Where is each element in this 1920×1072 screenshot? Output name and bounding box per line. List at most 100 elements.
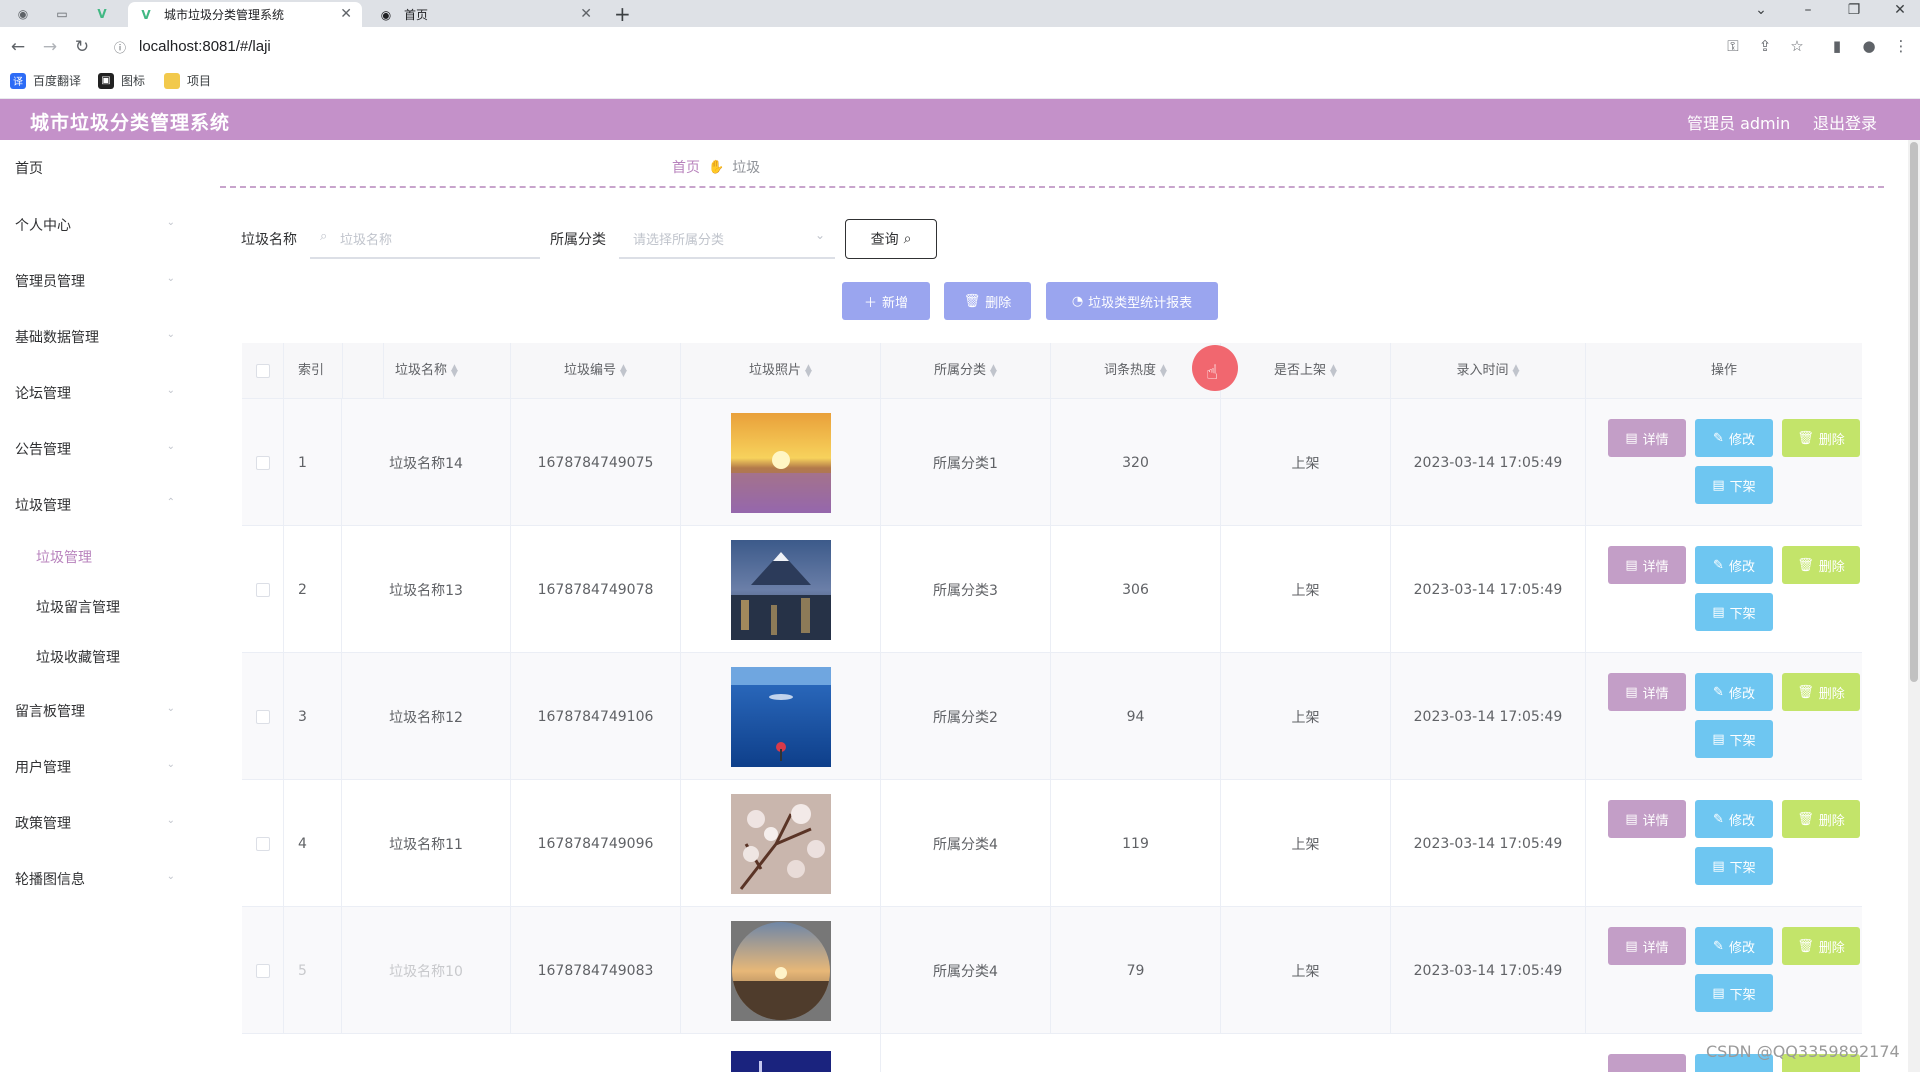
row-checkbox[interactable] xyxy=(255,582,270,597)
browser-tab[interactable]: ◉ 首页 ✕ xyxy=(368,2,602,27)
name-search-input[interactable]: ⌕ 垃圾名称 xyxy=(310,219,540,259)
detail-button[interactable] xyxy=(1608,1054,1686,1072)
edit-button[interactable]: ✎ 修改 xyxy=(1695,419,1773,457)
bookmark-project-folder[interactable]: 项目 xyxy=(164,72,211,89)
sort-icon[interactable]: ▲ ▼ xyxy=(805,363,812,378)
detail-button[interactable]: ▤ 详情 xyxy=(1608,800,1686,838)
sidebar-subitem-garbage-manage[interactable]: 垃圾管理 xyxy=(36,547,92,567)
sidebar-item-home[interactable]: 首页 xyxy=(15,158,175,182)
tab-search-icon[interactable]: ⌄ xyxy=(1746,2,1776,18)
bookmarks-bar: 译 百度翻译 ▣ 图标 项目 xyxy=(0,67,1920,99)
sort-icon[interactable]: ▲ ▼ xyxy=(1330,363,1337,378)
delete-button[interactable]: 🗑 删除 xyxy=(1782,927,1860,965)
logout-link[interactable]: 退出登录 xyxy=(1813,110,1877,134)
offshelf-button[interactable]: ▤ 下架 xyxy=(1695,847,1773,885)
tab-close-icon[interactable]: ✕ xyxy=(340,6,352,22)
edit-button[interactable]: ✎ 修改 xyxy=(1695,927,1773,965)
bookmark-baidu-translate[interactable]: 译 百度翻译 xyxy=(10,72,81,89)
reload-icon[interactable]: ↻ xyxy=(71,36,93,58)
row-checkbox[interactable] xyxy=(255,455,270,470)
detail-button[interactable]: ▤ 详情 xyxy=(1608,419,1686,457)
cherry-blossom-image[interactable] xyxy=(730,793,831,894)
round-sunset-image[interactable] xyxy=(730,920,831,1021)
statistics-report-button[interactable]: ◔ 垃圾类型统计报表 xyxy=(1046,282,1218,320)
sidebar-item-policy[interactable]: 政策管理 ⌄ xyxy=(15,813,175,837)
sort-icon[interactable]: ▲ ▼ xyxy=(1160,363,1167,378)
add-button[interactable]: ＋ 新增 xyxy=(842,282,930,320)
column-header-shelf[interactable]: 是否上架 ▲ ▼ xyxy=(1221,343,1391,399)
delete-button[interactable]: 🗑 删除 xyxy=(1782,673,1860,711)
sort-icon[interactable]: ▲ ▼ xyxy=(451,363,458,378)
sidebar-item-basic-data[interactable]: 基础数据管理 ⌄ xyxy=(15,327,175,351)
delete-button[interactable]: 🗑 删除 xyxy=(1782,419,1860,457)
blue-sea-girl-image[interactable] xyxy=(730,666,831,767)
sunset-flower-field-image[interactable] xyxy=(730,412,831,513)
share-icon[interactable]: ⇪ xyxy=(1754,37,1776,55)
sidebar-item-forum[interactable]: 论坛管理 ⌄ xyxy=(15,383,175,407)
browser-tab-active[interactable]: V 城市垃圾分类管理系统 ✕ xyxy=(128,2,362,27)
pinned-tab-globe-icon[interactable]: ◉ xyxy=(11,4,35,24)
sidebar-item-notice[interactable]: 公告管理 ⌄ xyxy=(15,439,175,463)
column-header-code[interactable]: 垃圾编号 ▲ ▼ xyxy=(511,343,681,399)
row-checkbox[interactable] xyxy=(255,709,270,724)
column-header-photo[interactable]: 垃圾照片 ▲ ▼ xyxy=(681,343,881,399)
scrollbar-thumb[interactable] xyxy=(1910,142,1918,682)
sidebar-item-garbage[interactable]: 垃圾管理 ⌃ xyxy=(15,495,175,519)
offshelf-button[interactable]: ▤ 下架 xyxy=(1695,466,1773,504)
minimize-icon[interactable]: – xyxy=(1793,2,1823,18)
breadcrumb-home[interactable]: 首页 xyxy=(672,157,700,177)
detail-button[interactable]: ▤ 详情 xyxy=(1608,927,1686,965)
new-tab-icon[interactable]: + xyxy=(614,2,631,26)
row-checkbox[interactable] xyxy=(255,963,270,978)
offshelf-label: 下架 xyxy=(1729,606,1756,622)
night-sky-image[interactable] xyxy=(730,1051,831,1072)
edit-button[interactable]: ✎ 修改 xyxy=(1695,546,1773,584)
bookmark-icons[interactable]: ▣ 图标 xyxy=(98,72,145,89)
select-all-checkbox[interactable] xyxy=(255,364,270,378)
column-header-name[interactable]: 垃圾名称 ▲ ▼ xyxy=(342,343,511,399)
sort-icon[interactable]: ▲ ▼ xyxy=(1513,363,1520,378)
sidebar-subitem-garbage-message[interactable]: 垃圾留言管理 xyxy=(36,597,120,617)
pinned-tab-blank-icon[interactable]: ▭ xyxy=(50,4,74,24)
offshelf-button[interactable]: ▤ 下架 xyxy=(1695,974,1773,1012)
edit-button[interactable]: ✎ 修改 xyxy=(1695,673,1773,711)
detail-button[interactable]: ▤ 详情 xyxy=(1608,673,1686,711)
table-row: 2 垃圾名称13 1678784749078 所属分类3 306 上架 2023… xyxy=(242,526,1862,653)
mountain-city-night-image[interactable] xyxy=(730,539,831,640)
delete-button[interactable]: 🗑 删除 xyxy=(1782,546,1860,584)
sidebar-item-message-board[interactable]: 留言板管理 ⌄ xyxy=(15,701,175,725)
row-checkbox[interactable] xyxy=(255,836,270,851)
sidebar-item-user[interactable]: 用户管理 ⌄ xyxy=(15,757,175,781)
edit-button[interactable]: ✎ 修改 xyxy=(1695,800,1773,838)
sidebar-item-admin[interactable]: 管理员管理 ⌄ xyxy=(15,271,175,295)
sort-icon[interactable]: ▲ ▼ xyxy=(620,363,627,378)
pinned-tab-vue-icon[interactable]: V xyxy=(90,4,114,24)
site-info-icon[interactable]: ⓘ xyxy=(114,39,126,56)
forward-icon[interactable]: → xyxy=(39,36,61,58)
delete-button[interactable]: 🗑 删除 xyxy=(1782,800,1860,838)
column-header-category[interactable]: 所属分类 ▲ ▼ xyxy=(881,343,1051,399)
key-icon[interactable]: ⚿ xyxy=(1722,37,1744,55)
query-button[interactable]: 查询 ⌕ xyxy=(845,219,937,259)
sidebar-item-personal-center[interactable]: 个人中心 ⌄ xyxy=(15,215,175,239)
sort-icon[interactable]: ▲ ▼ xyxy=(990,363,997,378)
sidebar-subitem-garbage-favorite[interactable]: 垃圾收藏管理 xyxy=(36,647,120,667)
back-icon[interactable]: ← xyxy=(7,36,29,58)
offshelf-button[interactable]: ▤ 下架 xyxy=(1695,720,1773,758)
bookmark-star-icon[interactable]: ☆ xyxy=(1786,37,1808,55)
omnibox[interactable]: ⓘ localhost:8081/#/laji xyxy=(106,32,1906,62)
pencil-icon: ✎ xyxy=(1713,811,1724,827)
offshelf-button[interactable]: ▤ 下架 xyxy=(1695,593,1773,631)
menu-icon[interactable]: ⋮ xyxy=(1890,37,1912,55)
detail-button[interactable]: ▤ 详情 xyxy=(1608,546,1686,584)
restore-icon[interactable]: ❐ xyxy=(1839,2,1869,18)
cell-photo xyxy=(681,780,881,907)
window-close-icon[interactable]: ✕ xyxy=(1885,2,1915,18)
category-select[interactable]: 请选择所属分类 ⌄ xyxy=(619,219,835,259)
profile-icon[interactable]: ● xyxy=(1858,37,1880,55)
column-header-time[interactable]: 录入时间 ▲ ▼ xyxy=(1391,343,1586,399)
sidebar-item-carousel[interactable]: 轮播图信息 ⌄ xyxy=(15,869,175,893)
side-panel-icon[interactable]: ▮ xyxy=(1826,37,1848,55)
tab-close-icon[interactable]: ✕ xyxy=(580,6,592,22)
batch-delete-button[interactable]: 🗑 删除 xyxy=(944,282,1031,320)
